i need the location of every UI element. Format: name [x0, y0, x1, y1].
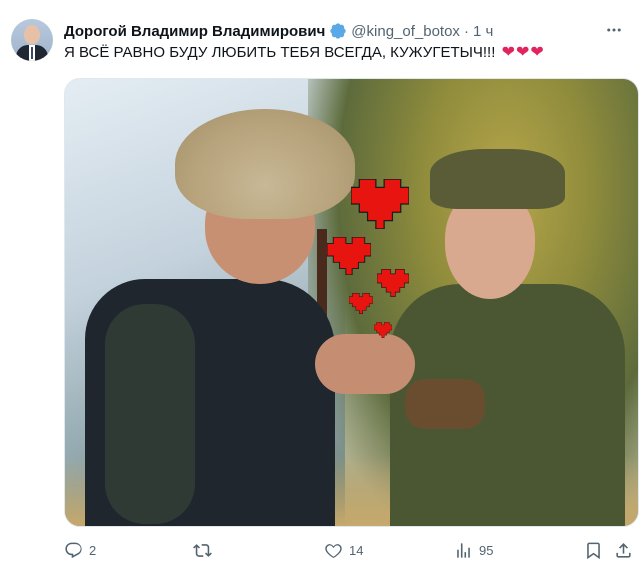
share-icon: [616, 542, 631, 558]
reply-icon: [65, 542, 82, 558]
like-button[interactable]: 14: [324, 536, 363, 564]
tweet-photo[interactable]: [64, 78, 639, 527]
pixel-heart-icon: [349, 293, 373, 314]
avatar-face: [24, 25, 40, 44]
like-count: 14: [349, 542, 364, 558]
avatar-tie: [31, 47, 33, 59]
tweet-header: Дорогой Владимир Владимирович @king_of_b…: [64, 20, 493, 42]
tweet-text-body: Я ВСЁ РАВНО БУДУ ЛЮБИТЬ ТЕБЯ ВСЕГДА, КУЖ…: [64, 44, 496, 61]
timestamp[interactable]: 1 ч: [473, 23, 493, 40]
author-name[interactable]: Дорогой Владимир Владимирович: [64, 23, 325, 40]
action-bar: 2 14 95: [0, 536, 640, 564]
photo-person-left-sleeve: [105, 304, 195, 524]
bookmark-button[interactable]: [584, 536, 603, 564]
bookmark-icon: [587, 542, 600, 559]
avatar[interactable]: [11, 19, 53, 61]
photo-hands: [315, 334, 415, 394]
separator-dot: ·: [463, 22, 469, 40]
share-button[interactable]: [614, 536, 633, 564]
view-count: 95: [479, 542, 494, 558]
retweet-icon: [193, 543, 212, 557]
author-handle[interactable]: @king_of_botox: [351, 23, 460, 40]
like-icon: [325, 543, 342, 558]
photo-glove: [405, 379, 485, 429]
reply-count: 2: [89, 542, 97, 558]
more-icon[interactable]: [602, 18, 626, 42]
tweet-text: Я ВСЁ РАВНО БУДУ ЛЮБИТЬ ТЕБЯ ВСЕГДА, КУЖ…: [64, 43, 545, 63]
photo-hat-left: [175, 109, 355, 219]
tweet[interactable]: Дорогой Владимир Владимирович @king_of_b…: [0, 0, 640, 578]
views-icon: [457, 542, 470, 558]
reply-button[interactable]: 2: [64, 536, 96, 564]
views-button[interactable]: 95: [454, 536, 493, 564]
pixel-heart-icon: [351, 179, 409, 229]
pixel-heart-icon: [327, 237, 371, 275]
retweet-button[interactable]: [193, 536, 218, 564]
pixel-heart-icon: [377, 269, 409, 297]
photo-hat-right: [430, 149, 565, 209]
pixel-heart-icon: [374, 322, 392, 338]
verified-icon: [330, 23, 346, 39]
heart-emoji: ❤❤❤: [501, 44, 545, 61]
